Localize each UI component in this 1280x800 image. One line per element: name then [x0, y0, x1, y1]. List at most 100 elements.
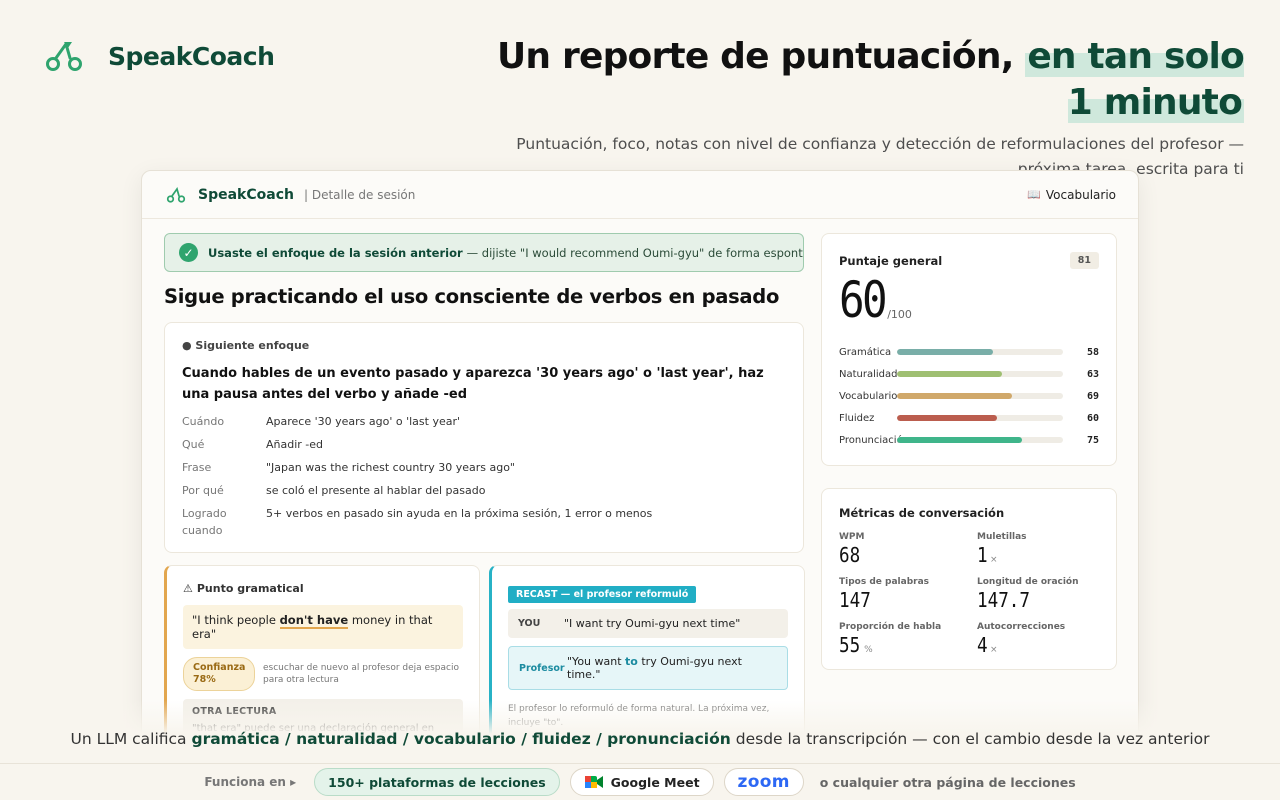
score-value: 60 /100	[839, 275, 1099, 325]
confidence-badge: Confianza 78%	[183, 657, 255, 691]
focus-key: Logrado cuando	[182, 507, 227, 537]
teacher-text-pre: "You want	[567, 655, 626, 668]
app-preview-window: SpeakCoach | Detalle de sesión 📖 Vocabul…	[141, 170, 1139, 750]
metric-item: Autocorrecciones 4 ×	[977, 622, 1115, 658]
zoom-pill[interactable]: zoom	[723, 768, 804, 796]
next-focus-title: Cuando hables de un evento pasado y apar…	[182, 366, 764, 402]
metric-item: Longitud de oración 147.7	[977, 577, 1115, 613]
metric-value: 147	[839, 588, 871, 612]
score-bar-fill	[897, 349, 994, 355]
score-bar-track	[897, 349, 1063, 355]
app-logo-icon	[166, 186, 186, 203]
focus-value: se coló el presente al hablar del pasado	[266, 484, 486, 497]
recast-note: El profesor lo reformuló de forma natura…	[508, 704, 770, 728]
focus-value: Aparece '30 years ago' o 'last year'	[266, 415, 461, 428]
breadcrumb: | Detalle de sesión	[303, 187, 416, 202]
score-bar-track	[897, 393, 1063, 399]
score-bar-row: Gramática 58	[839, 341, 1099, 363]
book-icon: 📖	[1027, 188, 1041, 201]
caption-pre: Un LLM califica	[70, 730, 192, 748]
caption-post: desde la transcripción — con el cambio d…	[730, 730, 1210, 748]
teacher-text-highlight: to	[625, 655, 638, 668]
confidence-row: Confianza 78% escuchar de nuevo al profe…	[183, 657, 463, 691]
google-meet-icon	[584, 776, 603, 788]
focus-value: 5+ verbos en pasado sin ayuda en la próx…	[266, 507, 653, 520]
score-bar-track	[897, 371, 1063, 377]
metric-item: WPM 68	[839, 532, 977, 568]
teacher-text: "You want to try Oumi-gyu next time."	[567, 655, 777, 681]
google-meet-label: Google Meet	[610, 774, 700, 790]
student-text: "I want try Oumi-gyu next time"	[564, 617, 741, 630]
score-bar-value: 58	[1086, 346, 1099, 358]
score-bar-name: Pronunciación	[839, 434, 910, 446]
next-focus-label: ● Siguiente enfoque	[182, 339, 310, 352]
recast-card: RECAST — el profesor reformuló YOU "I wa…	[489, 565, 805, 749]
score-bar-name: Fluidez	[839, 412, 875, 424]
metric-unit: %	[864, 645, 873, 655]
focus-key: Qué	[182, 438, 205, 451]
teacher-turn: Profesor "You want to try Oumi-gyu next …	[508, 646, 788, 690]
focus-row: Cuándo Aparece '30 years ago' o 'last ye…	[182, 413, 786, 430]
score-bar-track	[897, 415, 1063, 421]
score-bar-track	[897, 437, 1063, 443]
google-meet-pill[interactable]: Google Meet	[569, 768, 714, 796]
score-bar-row: Vocabulario 69	[839, 385, 1099, 407]
score-bar-value: 60	[1086, 412, 1099, 424]
score-bar-value: 75	[1086, 434, 1099, 446]
vocabulary-link[interactable]: 📖 Vocabulario	[1027, 188, 1116, 202]
metrics-grid: WPM 68 Muletillas 1 × Tipos de palabras 147 Lon…	[839, 532, 1099, 658]
score-breakdown: Gramática 58 Naturalidad 63 Vocabulario 69 Flu…	[839, 341, 1099, 451]
metric-unit: ×	[990, 555, 998, 565]
previous-score-badge: 81	[1069, 252, 1099, 269]
grammar-point-card: ⚠ Punto gramatical "I think people don't…	[164, 565, 480, 749]
quote-error: don't have	[279, 613, 349, 629]
caption-bold: gramática / naturalidad / vocabulario / …	[191, 730, 731, 748]
alternate-reading-label: OTRA LECTURA	[192, 706, 277, 717]
metric-item: Tipos de palabras 147	[839, 577, 977, 613]
score-bar-name: Gramática	[839, 346, 892, 358]
speakcoach-logo-icon	[46, 42, 82, 71]
score-bar-row: Pronunciación 75	[839, 429, 1099, 451]
focus-value: "Japan was the richest country 30 years …	[266, 461, 515, 474]
score-bar-fill	[897, 415, 997, 421]
metric-item: Muletillas 1 ×	[977, 532, 1115, 568]
score-bar-name: Naturalidad	[839, 368, 898, 380]
grammar-point-title: Punto gramatical	[196, 582, 304, 595]
metric-name: Longitud de oración	[977, 577, 1079, 587]
vocabulary-link-label: Vocabulario	[1045, 187, 1116, 202]
metric-name: Muletillas	[977, 532, 1027, 542]
score-bar-value: 69	[1086, 390, 1099, 402]
score-max: /100	[887, 308, 912, 321]
score-header: Puntaje general 81	[839, 252, 1099, 269]
score-bar-fill	[897, 371, 1002, 377]
brand[interactable]: SpeakCoach	[44, 36, 275, 76]
conversation-metrics-card: Métricas de conversación WPM 68 Muletillas…	[821, 488, 1117, 670]
metric-name: WPM	[839, 532, 865, 542]
warning-icon: ⚠	[183, 582, 193, 595]
banner-bold: Usaste el enfoque de la sesión anterior	[208, 245, 463, 260]
platforms-pill[interactable]: 150+ plataformas de lecciones	[314, 768, 560, 796]
brand-name: SpeakCoach	[108, 41, 275, 71]
score-bar-row: Fluidez 60	[839, 407, 1099, 429]
metric-name: Autocorrecciones	[977, 622, 1066, 632]
focus-details: Cuándo Aparece '30 years ago' o 'last ye…	[182, 413, 786, 539]
grammar-point-label: ⚠ Punto gramatical	[183, 582, 463, 595]
score-bar-fill	[897, 393, 1012, 399]
focus-row: Frase "Japan was the richest country 30 …	[182, 459, 786, 476]
check-icon: ✓	[179, 243, 198, 262]
score-label: Puntaje general	[839, 253, 943, 268]
metric-name: Proporción de habla	[839, 622, 942, 632]
focus-key: Por qué	[182, 484, 224, 497]
score-bar-row: Naturalidad 63	[839, 363, 1099, 385]
other-platforms-text: o cualquier otra página de lecciones	[819, 774, 1076, 790]
focus-row: Qué Añadir -ed	[182, 436, 786, 453]
grammar-quote: "I think people don't have money in that…	[183, 605, 463, 649]
confidence-note: escuchar de nuevo al profesor deja espac…	[263, 663, 459, 685]
hero-title-highlight: en tan solo 1 minuto	[1025, 36, 1245, 123]
app-brand: SpeakCoach	[198, 186, 294, 203]
platforms-footer: Funciona en ▸ 150+ plataformas de leccio…	[0, 763, 1280, 800]
metric-value: 55	[839, 633, 861, 657]
metric-value: 68	[839, 543, 861, 567]
focus-key: Cuándo	[182, 415, 225, 428]
caption: Un LLM califica gramática / naturalidad …	[0, 730, 1280, 748]
